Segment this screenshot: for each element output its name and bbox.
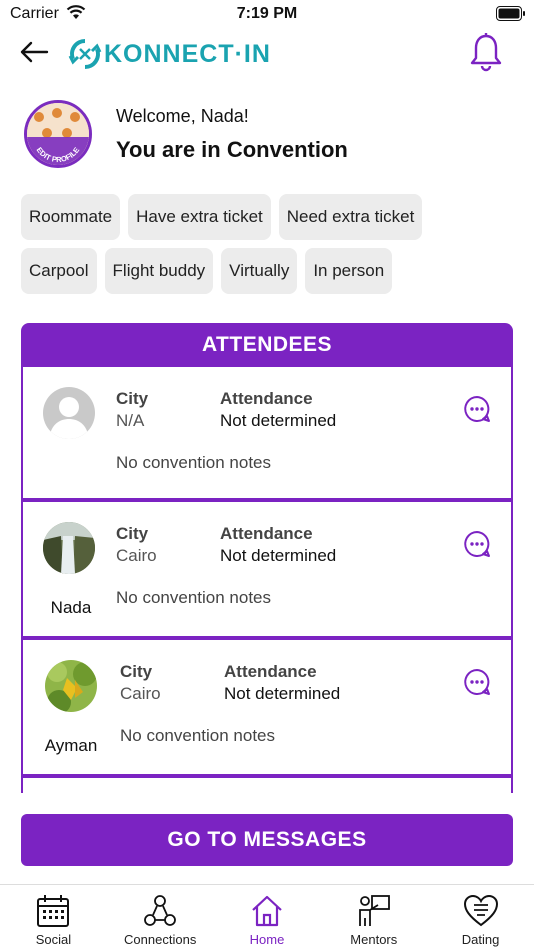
home-icon — [252, 895, 282, 927]
avatar — [45, 660, 97, 712]
avatar — [43, 522, 95, 574]
attendee-card[interactable]: Nada City Cairo Attendance Not determine… — [21, 500, 513, 638]
connections-icon — [144, 895, 177, 926]
chat-bubble-icon[interactable] — [463, 668, 491, 696]
tab-dating[interactable]: Dating — [427, 885, 534, 950]
calendar-icon — [37, 895, 70, 927]
go-to-messages-button[interactable]: GO TO MESSAGES — [21, 814, 513, 866]
city-value: N/A — [116, 411, 145, 430]
tab-label: Connections — [124, 932, 197, 947]
waterfall-photo-icon — [43, 522, 95, 574]
tab-mentors[interactable]: Mentors — [320, 885, 427, 950]
convention-status: You are in Convention — [116, 137, 348, 162]
tab-label: Social — [35, 932, 72, 947]
chip-virtually[interactable]: Virtually — [221, 248, 298, 294]
chip-in-person[interactable]: In person — [305, 248, 393, 294]
profile-header: EDIT PROFILE Welcome, Nada! You are in C… — [24, 100, 514, 172]
logo-text: KONNECT·IN — [104, 39, 271, 68]
tab-home[interactable]: Home — [214, 885, 321, 950]
tab-social[interactable]: Social — [0, 885, 107, 950]
attendee-card[interactable]: Ayman City Cairo Attendance Not determin… — [21, 638, 513, 776]
default-person-icon — [43, 387, 95, 439]
attendee-card-partial[interactable] — [21, 776, 513, 793]
attendance-label: Attendance — [224, 662, 317, 681]
heart-icon — [463, 894, 498, 927]
edit-profile-avatar[interactable]: EDIT PROFILE — [24, 100, 92, 168]
fruit-tree-photo-icon — [45, 660, 97, 712]
welcome-text: Welcome, Nada! — [116, 106, 249, 126]
attendees-panel[interactable]: ATTENDEES City N/A Attendance Not determ… — [21, 323, 513, 793]
chip-carpool[interactable]: Carpool — [21, 248, 97, 294]
chip-row-2: Carpool Flight buddy Virtually In person — [21, 248, 513, 294]
attendance-label: Attendance — [220, 389, 313, 408]
chip-have-extra-ticket[interactable]: Have extra ticket — [128, 194, 271, 240]
chip-need-extra-ticket[interactable]: Need extra ticket — [278, 194, 423, 240]
chip-row-1: Roommate Have extra ticket Need extra ti… — [21, 194, 513, 240]
filter-chips: Roommate Have extra ticket Need extra ti… — [21, 194, 513, 302]
city-value: Cairo — [116, 546, 157, 565]
attendee-name: Ayman — [44, 736, 98, 755]
nav-bar: KONNECT·IN — [0, 28, 534, 80]
chat-bubble-icon[interactable] — [463, 395, 491, 423]
tab-label: Mentors — [350, 932, 398, 947]
bell-icon[interactable] — [468, 32, 504, 72]
tab-bar: Social Connections Home Mentors Dating — [0, 884, 534, 950]
corgi-pattern-icon: EDIT PROFILE — [27, 103, 89, 165]
app-logo: KONNECT·IN — [68, 36, 271, 72]
attendees-header: ATTENDEES — [21, 323, 513, 367]
city-label: City — [116, 389, 149, 408]
convention-notes: No convention notes — [120, 726, 275, 745]
convention-notes: No convention notes — [116, 588, 271, 607]
chip-roommate[interactable]: Roommate — [21, 194, 121, 240]
convention-notes: No convention notes — [116, 453, 271, 472]
attendance-value: Not determined — [220, 546, 337, 565]
battery-icon — [496, 6, 525, 21]
logo-mark-icon — [68, 39, 102, 69]
attendee-card[interactable]: City N/A Attendance Not determined No co… — [21, 367, 513, 500]
status-bar: Carrier 7:19 PM — [0, 0, 534, 28]
chat-bubble-icon[interactable] — [463, 530, 491, 558]
tab-label: Dating — [461, 932, 500, 947]
attendee-name: Nada — [50, 598, 92, 617]
clock: 7:19 PM — [236, 5, 298, 22]
back-button[interactable] — [16, 36, 52, 68]
attendance-label: Attendance — [220, 524, 313, 543]
tab-label: Home — [249, 932, 285, 947]
avatar — [43, 387, 95, 439]
city-label: City — [120, 662, 153, 681]
attendance-value: Not determined — [220, 411, 337, 430]
chip-flight-buddy[interactable]: Flight buddy — [104, 248, 214, 294]
arrow-left-icon — [20, 41, 49, 63]
city-label: City — [116, 524, 149, 543]
tab-connections[interactable]: Connections — [107, 885, 214, 950]
city-value: Cairo — [120, 684, 161, 703]
mentor-icon — [358, 895, 390, 926]
attendance-value: Not determined — [224, 684, 341, 703]
